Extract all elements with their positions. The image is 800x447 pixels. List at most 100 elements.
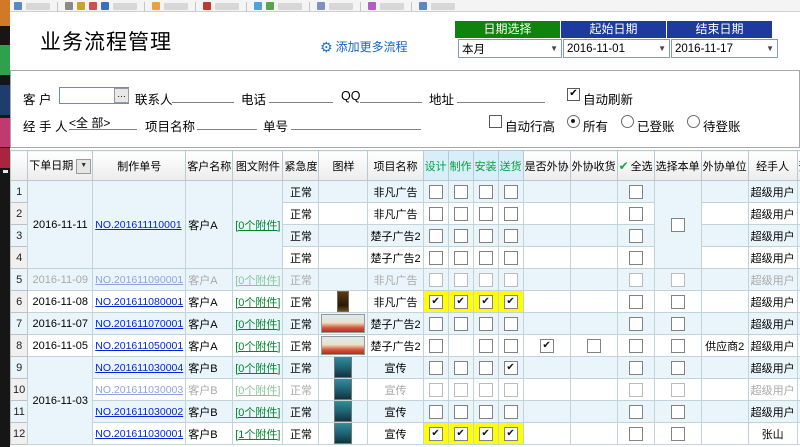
select-all-checkbox[interactable] (628, 404, 643, 419)
attachment-link[interactable]: [0个附件] (235, 385, 280, 397)
install-checkbox[interactable]: ✔ (478, 294, 493, 309)
radio-all[interactable] (567, 115, 580, 128)
attachment-link[interactable]: [1个附件] (235, 429, 280, 441)
toolbar-icon[interactable] (89, 2, 97, 10)
design-checkbox[interactable] (428, 228, 443, 243)
toolbar-icon[interactable] (266, 2, 274, 10)
make-checkbox[interactable] (453, 360, 468, 375)
row-number[interactable]: 4 (9, 246, 29, 269)
install-checkbox[interactable] (478, 228, 493, 243)
install-checkbox[interactable] (478, 250, 493, 265)
make-checkbox[interactable] (453, 316, 468, 331)
design-checkbox[interactable] (428, 338, 443, 353)
row-number[interactable]: 1 (9, 180, 29, 203)
install-checkbox[interactable] (478, 404, 493, 419)
deliver-checkbox[interactable]: ✔ (503, 360, 518, 375)
toolbar-icon[interactable] (368, 2, 376, 10)
select-all-checkbox[interactable] (628, 426, 643, 441)
make-checkbox[interactable] (453, 184, 468, 199)
design-checkbox[interactable] (428, 404, 443, 419)
deliver-checkbox[interactable] (503, 338, 518, 353)
select-all-checkbox[interactable] (628, 338, 643, 353)
row-number[interactable]: 7 (9, 312, 29, 335)
deliver-checkbox[interactable]: ✔ (503, 294, 518, 309)
sample-thumbnail[interactable] (337, 291, 350, 312)
date-range-select[interactable]: 本月 ▼ (458, 39, 562, 58)
order-link[interactable]: NO.201611110001 (95, 219, 181, 231)
toolbar-icon[interactable] (203, 2, 211, 10)
docked-item[interactable] (0, 0, 10, 26)
make-checkbox[interactable] (453, 250, 468, 265)
toolbar-icon[interactable] (101, 2, 109, 10)
deliver-checkbox[interactable] (503, 206, 518, 221)
docked-item[interactable] (0, 45, 10, 75)
sample-thumbnail[interactable] (334, 357, 353, 378)
qq-input[interactable] (360, 87, 422, 103)
start-date-select[interactable]: 2016-11-01 ▼ (563, 39, 670, 58)
order-link[interactable]: NO.201611030003 (95, 384, 183, 396)
select-order-checkbox[interactable] (670, 338, 685, 353)
select-all-checkbox[interactable] (628, 382, 643, 397)
project-name-input[interactable] (197, 114, 257, 130)
deliver-checkbox[interactable] (503, 228, 518, 243)
toolbar-icon[interactable] (419, 2, 427, 10)
add-more-flows-link[interactable]: ⚙ 添加更多流程 (320, 38, 408, 55)
top-toolbar[interactable] (10, 0, 800, 12)
make-checkbox[interactable]: ✔ (453, 294, 468, 309)
toolbar-icon[interactable] (152, 2, 160, 10)
select-order-checkbox[interactable] (670, 217, 685, 232)
select-order-checkbox[interactable] (670, 272, 685, 287)
end-date-select[interactable]: 2016-11-17 ▼ (671, 39, 778, 58)
select-all-checkbox[interactable] (628, 294, 643, 309)
deliver-checkbox[interactable] (503, 184, 518, 199)
select-order-checkbox[interactable] (670, 404, 685, 419)
row-number[interactable]: 10 (9, 378, 29, 401)
order-link[interactable]: NO.201611080001 (95, 296, 183, 308)
radio-pending[interactable] (687, 115, 700, 128)
row-number[interactable]: 3 (9, 224, 29, 247)
attachment-link[interactable]: [0个附件] (235, 297, 280, 309)
select-order-checkbox[interactable] (670, 316, 685, 331)
design-checkbox[interactable] (428, 272, 443, 287)
select-all-checkbox[interactable] (628, 272, 643, 287)
docked-item[interactable] (0, 118, 10, 147)
auto-row-height-checkbox[interactable] (489, 115, 502, 128)
attachment-link[interactable]: [0个附件] (235, 341, 280, 353)
design-checkbox[interactable] (428, 206, 443, 221)
attachment-link[interactable]: [0个附件] (235, 407, 280, 419)
select-order-checkbox[interactable] (670, 426, 685, 441)
outsource-receive-checkbox[interactable] (586, 338, 601, 353)
toolbar-icon[interactable] (77, 2, 85, 10)
sample-thumbnail[interactable] (321, 336, 366, 355)
design-checkbox[interactable]: ✔ (428, 294, 443, 309)
order-link[interactable]: NO.201611030002 (95, 406, 183, 418)
select-order-checkbox[interactable] (670, 360, 685, 375)
design-checkbox[interactable] (428, 382, 443, 397)
install-checkbox[interactable] (478, 338, 493, 353)
make-checkbox[interactable] (453, 404, 468, 419)
select-order-checkbox[interactable] (670, 382, 685, 397)
install-checkbox[interactable] (478, 206, 493, 221)
outsource-flag-checkbox[interactable]: ✔ (539, 338, 554, 353)
date-sort-dropdown[interactable]: ▼ (76, 158, 92, 174)
auto-refresh-checkbox[interactable]: ✔ (567, 88, 580, 101)
order-link[interactable]: NO.201611030004 (95, 362, 183, 374)
attachment-link[interactable]: [0个附件] (235, 319, 280, 331)
deliver-checkbox[interactable] (503, 250, 518, 265)
design-checkbox[interactable] (428, 316, 443, 331)
toolbar-icon[interactable] (14, 2, 22, 10)
order-link[interactable]: NO.201611050001 (95, 340, 183, 352)
attachment-link[interactable]: [0个附件] (235, 275, 280, 287)
make-checkbox[interactable] (453, 228, 468, 243)
order-link[interactable]: NO.201611090001 (95, 274, 183, 286)
install-checkbox[interactable] (478, 184, 493, 199)
docked-item[interactable] (0, 85, 10, 115)
make-checkbox[interactable] (453, 272, 468, 287)
sample-thumbnail[interactable] (334, 401, 353, 422)
toolbar-icon[interactable] (317, 2, 325, 10)
install-checkbox[interactable] (478, 316, 493, 331)
deliver-checkbox[interactable]: ✔ (503, 426, 518, 441)
design-checkbox[interactable]: ✔ (428, 426, 443, 441)
contact-input[interactable] (172, 87, 234, 103)
order-no-input[interactable] (291, 114, 421, 130)
